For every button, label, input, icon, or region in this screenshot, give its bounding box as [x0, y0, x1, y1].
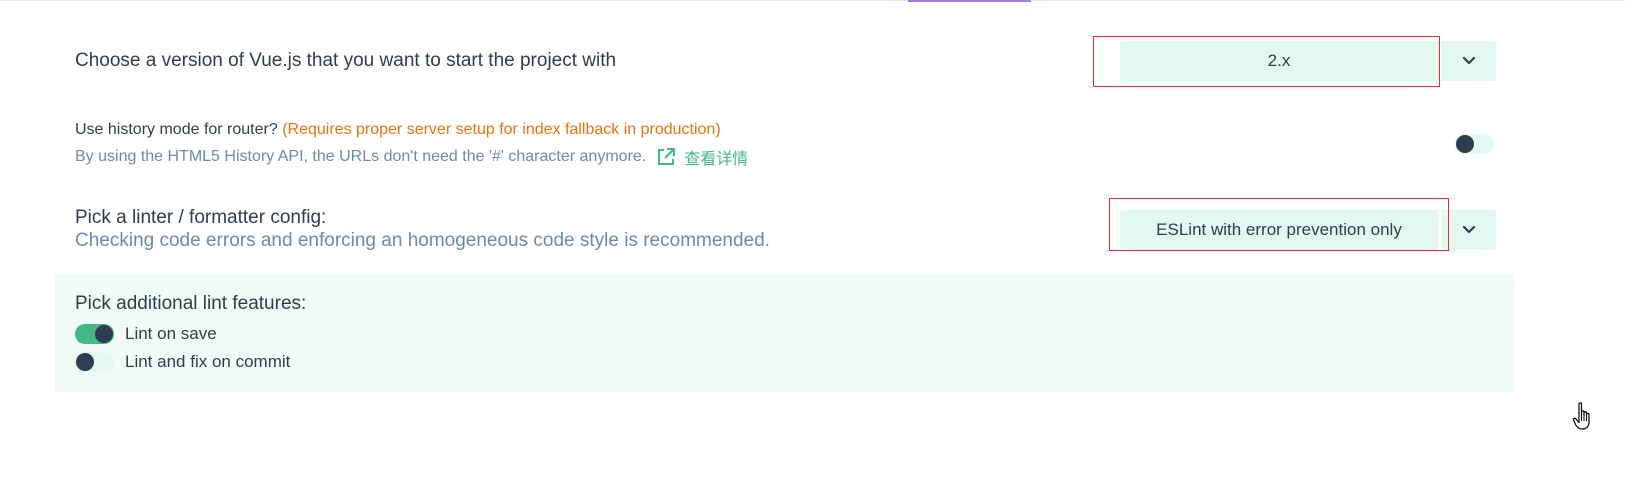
lint-on-save-toggle[interactable] — [75, 324, 114, 344]
lint-feature-label: Lint on save — [125, 324, 217, 343]
toggle-knob — [76, 353, 94, 371]
lint-fix-on-commit-toggle[interactable] — [75, 352, 114, 372]
lint-feature-label: Lint and fix on commit — [125, 352, 291, 371]
toggle-knob — [95, 325, 113, 343]
vue-version-label: Choose a version of Vue.js that you want… — [75, 50, 617, 71]
linter-description: Checking code errors and enforcing an ho… — [75, 230, 770, 251]
active-tab-indicator — [908, 0, 1031, 2]
vue-version-dropdown-button[interactable] — [1441, 41, 1496, 81]
linter-label: Pick a linter / formatter config: — [75, 207, 327, 228]
top-divider — [0, 0, 1625, 1]
lint-feature-item[interactable]: Lint and fix on commit — [75, 352, 290, 372]
chevron-down-icon — [1462, 225, 1475, 234]
lint-features-panel: Pick additional lint features: Lint on s… — [55, 274, 1514, 392]
highlight-box — [1093, 36, 1440, 87]
history-mode-description: By using the HTML5 History API, the URLs… — [75, 148, 647, 165]
project-config-form: Choose a version of Vue.js that you want… — [0, 0, 1625, 488]
history-mode-question: Use history mode for router? (Requires p… — [75, 121, 721, 139]
chevron-down-icon — [1462, 56, 1475, 65]
history-mode-label: Use history mode for router? — [75, 121, 278, 138]
history-mode-more-link[interactable]: 查看详情 — [656, 145, 748, 169]
linter-dropdown-button[interactable] — [1441, 210, 1496, 250]
lint-feature-item[interactable]: Lint on save — [75, 324, 217, 344]
external-link-icon — [658, 148, 676, 165]
toggle-knob — [1456, 135, 1474, 153]
hand-cursor-icon — [1572, 402, 1590, 430]
highlight-box — [1109, 198, 1449, 251]
history-mode-link-text[interactable]: 查看详情 — [684, 145, 748, 169]
history-mode-toggle[interactable] — [1455, 134, 1494, 154]
history-mode-warning: (Requires proper server setup for index … — [282, 121, 721, 138]
lint-features-title: Pick additional lint features: — [75, 293, 307, 314]
history-mode-description-row: By using the HTML5 History API, the URLs… — [75, 145, 748, 169]
